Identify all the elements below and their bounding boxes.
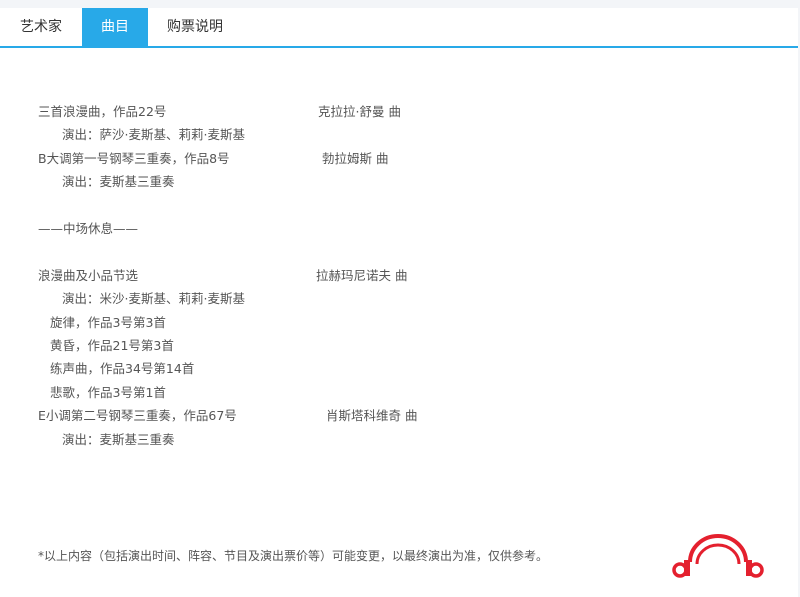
piece-title: E小调第二号钢琴三重奏，作品67号 bbox=[38, 408, 237, 423]
piece-composer: 肖斯塔科维奇 曲 bbox=[326, 408, 418, 423]
piece-composer: 克拉拉·舒曼 曲 bbox=[318, 104, 401, 119]
piece-title: 浪漫曲及小品节选 bbox=[38, 268, 139, 283]
piece-title: B大调第一号钢琴三重奏，作品8号 bbox=[38, 151, 230, 166]
piece-performers: 演出：萨沙·麦斯基、莉莉·麦斯基 bbox=[62, 127, 245, 142]
piece-performers: 演出：米沙·麦斯基、莉莉·麦斯基 bbox=[62, 291, 245, 306]
sub-piece: 旋律，作品3号第3首 bbox=[50, 315, 166, 330]
piece-performers: 演出：麦斯基三重奏 bbox=[62, 432, 175, 447]
piece-performers: 演出：麦斯基三重奏 bbox=[62, 174, 175, 189]
disclaimer-note: *以上内容（包括演出时间、阵容、节目及演出票价等）可能变更，以最终演出为准，仅供… bbox=[38, 549, 549, 563]
headphones-logo-icon bbox=[672, 534, 764, 578]
program-panel: 艺术家 曲目 购票说明 三首浪漫曲，作品22号 克拉拉·舒曼 曲 演出：萨沙·麦… bbox=[0, 8, 798, 597]
program-content: 三首浪漫曲，作品22号 克拉拉·舒曼 曲 演出：萨沙·麦斯基、莉莉·麦斯基 B大… bbox=[0, 8, 798, 597]
sub-piece: 练声曲，作品34号第14首 bbox=[50, 361, 195, 376]
piece-composer: 勃拉姆斯 曲 bbox=[322, 151, 389, 166]
intermission-label: ——中场休息—— bbox=[38, 221, 139, 236]
sub-piece: 黄昏，作品21号第3首 bbox=[50, 338, 174, 353]
piece-title: 三首浪漫曲，作品22号 bbox=[38, 104, 167, 119]
sub-piece: 悲歌，作品3号第1首 bbox=[50, 385, 166, 400]
piece-composer: 拉赫玛尼诺夫 曲 bbox=[316, 268, 408, 283]
